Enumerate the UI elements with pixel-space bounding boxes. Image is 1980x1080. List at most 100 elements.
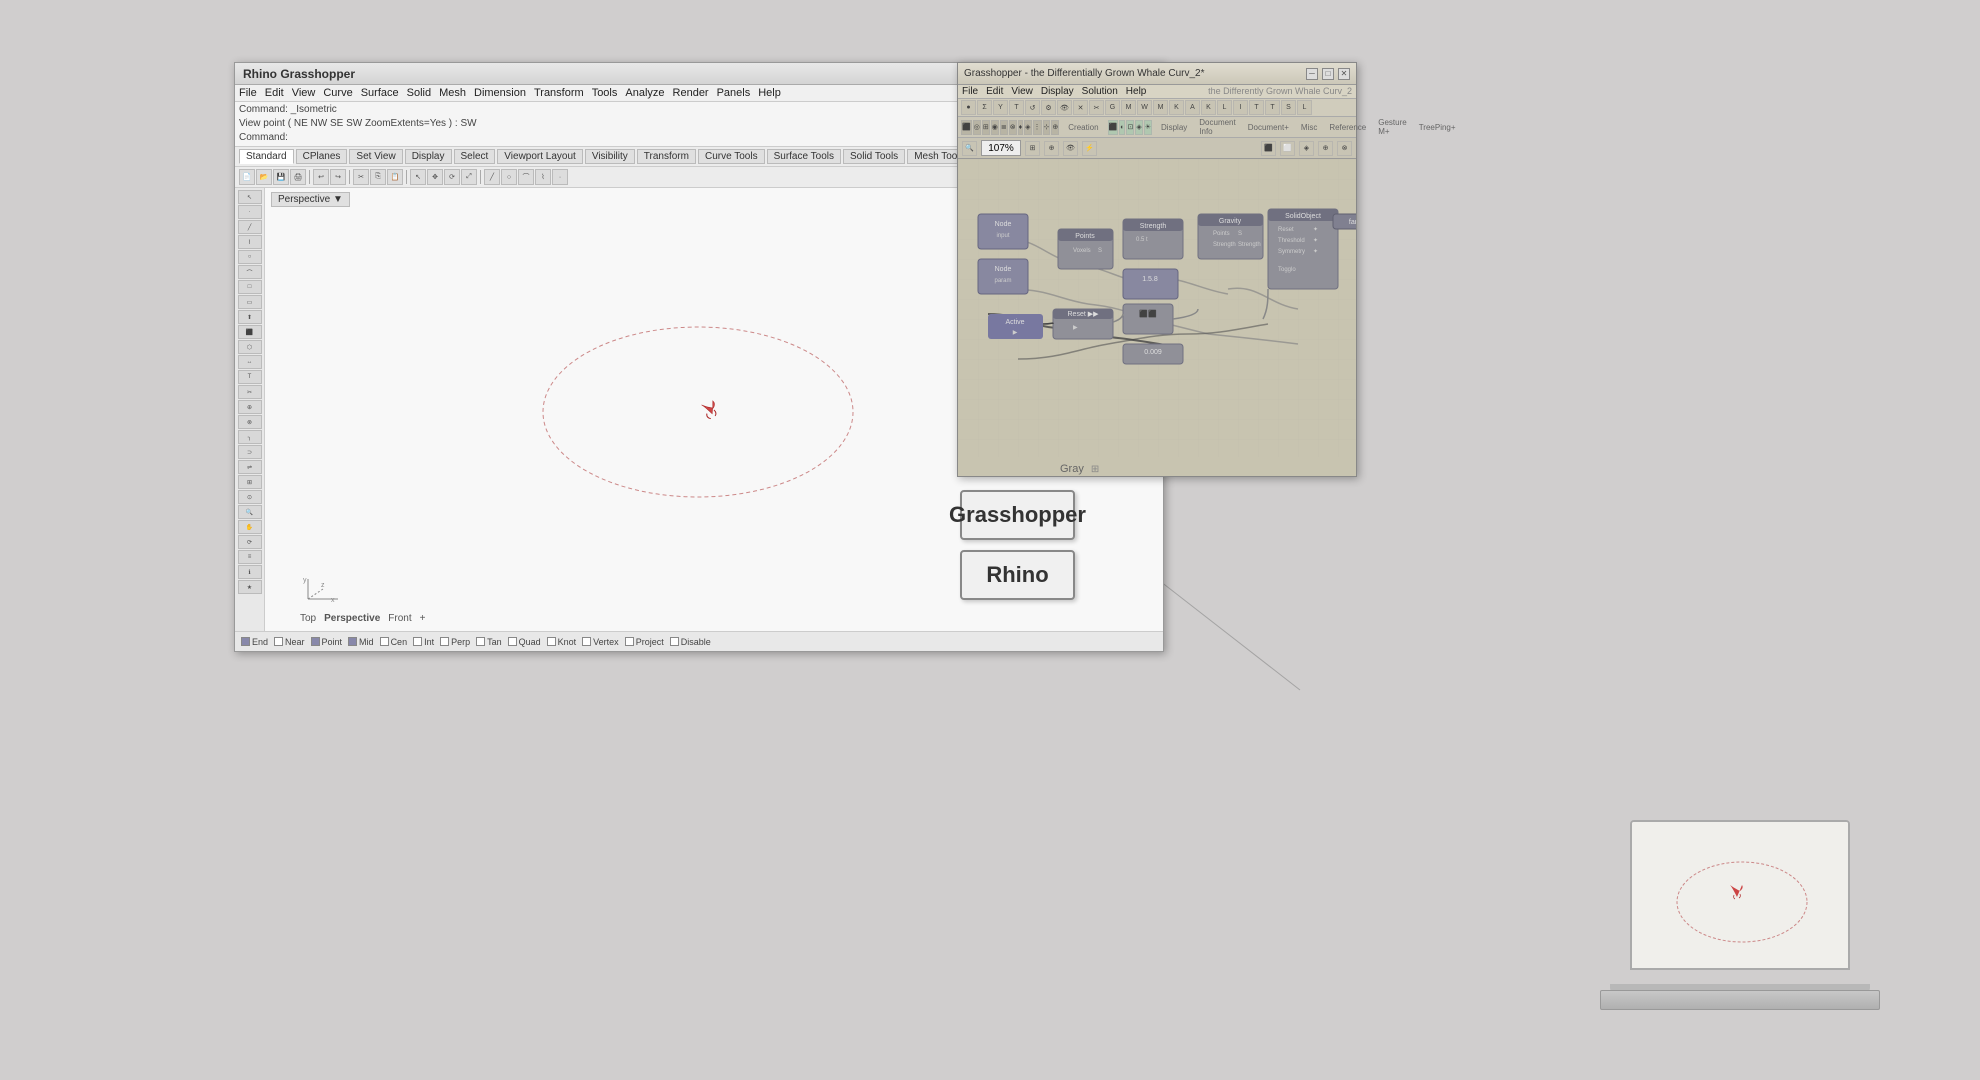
- tab-cplanes[interactable]: CPlanes: [296, 149, 348, 164]
- snap-end[interactable]: End: [241, 637, 268, 647]
- side-join[interactable]: ⊕: [238, 400, 262, 414]
- viewport-perspective-label[interactable]: Perspective ▼: [271, 192, 350, 207]
- gh-tb-eye[interactable]: 👁: [1057, 100, 1072, 115]
- tb-line[interactable]: ╱: [484, 169, 500, 185]
- menu-mesh[interactable]: Mesh: [439, 87, 466, 99]
- tb-point[interactable]: ·: [552, 169, 568, 185]
- snap-mid[interactable]: Mid: [348, 637, 374, 647]
- gh-color-btn1[interactable]: ⬛: [1261, 141, 1276, 156]
- gh-tb-t3[interactable]: T: [1265, 100, 1280, 115]
- tab-display[interactable]: Display: [405, 149, 452, 164]
- gh-fit-button[interactable]: ⊞: [1025, 141, 1040, 156]
- tb-cut[interactable]: ✂: [353, 169, 369, 185]
- gh-menu-edit[interactable]: Edit: [986, 86, 1003, 97]
- side-zoom[interactable]: 🔍: [238, 505, 262, 519]
- snap-int-checkbox[interactable]: [413, 637, 422, 646]
- tab-visibility[interactable]: Visibility: [585, 149, 635, 164]
- gh-color-btn5[interactable]: ⊗: [1337, 141, 1352, 156]
- menu-transform[interactable]: Transform: [534, 87, 584, 99]
- gh-tb2-icon6[interactable]: ⊗: [1009, 120, 1017, 135]
- gh-minimize-button[interactable]: ─: [1306, 68, 1318, 80]
- side-select[interactable]: ↖: [238, 190, 262, 204]
- gh-menu-solution[interactable]: Solution: [1082, 86, 1118, 97]
- gh-tb-gear[interactable]: ⚙: [1041, 100, 1056, 115]
- snap-mid-checkbox[interactable]: [348, 637, 357, 646]
- tb-paste[interactable]: 📋: [387, 169, 403, 185]
- snap-perp[interactable]: Perp: [440, 637, 470, 647]
- gh-target-button[interactable]: ⊕: [1044, 141, 1059, 156]
- side-array[interactable]: ⊞: [238, 475, 262, 489]
- snap-point[interactable]: Point: [311, 637, 343, 647]
- gh-tb2-icon3[interactable]: ⊞: [982, 120, 990, 135]
- side-dim[interactable]: ↔: [238, 355, 262, 369]
- nav-perspective[interactable]: Perspective: [324, 613, 380, 624]
- snap-point-checkbox[interactable]: [311, 637, 320, 646]
- gh-tb2-icon2[interactable]: ◎: [973, 120, 981, 135]
- tb-undo[interactable]: ↩: [313, 169, 329, 185]
- side-surface[interactable]: ▭: [238, 295, 262, 309]
- side-offset[interactable]: ⊃: [238, 445, 262, 459]
- side-pan[interactable]: ✋: [238, 520, 262, 534]
- gh-tb2-icon4[interactable]: ◉: [991, 120, 999, 135]
- snap-vertex[interactable]: Vertex: [582, 637, 619, 647]
- side-circle[interactable]: ○: [238, 250, 262, 264]
- gh-tb2-display1[interactable]: ⬛: [1108, 120, 1119, 135]
- menu-help[interactable]: Help: [758, 87, 781, 99]
- tb-circle[interactable]: ○: [501, 169, 517, 185]
- gh-tb2-display4[interactable]: ◈: [1135, 120, 1142, 135]
- gh-tb2-display2[interactable]: ◐: [1119, 120, 1125, 135]
- gh-tb2-icon5[interactable]: ≣: [1000, 120, 1008, 135]
- gh-color-btn2[interactable]: ⬜: [1280, 141, 1295, 156]
- snap-disable-checkbox[interactable]: [670, 637, 679, 646]
- snap-near-checkbox[interactable]: [274, 637, 283, 646]
- side-render-icon[interactable]: ★: [238, 580, 262, 594]
- gh-eye2-button[interactable]: 👁: [1063, 141, 1078, 156]
- side-mirror[interactable]: ⇌: [238, 460, 262, 474]
- side-polyline[interactable]: ⌇: [238, 235, 262, 249]
- tb-redo[interactable]: ↪: [330, 169, 346, 185]
- side-props[interactable]: ℹ: [238, 565, 262, 579]
- gh-menu-help[interactable]: Help: [1126, 86, 1147, 97]
- gh-tb2-display5[interactable]: ☀: [1144, 120, 1152, 135]
- snap-tan[interactable]: Tan: [476, 637, 502, 647]
- side-split[interactable]: ⊗: [238, 415, 262, 429]
- gh-tb-cross[interactable]: ✕: [1073, 100, 1088, 115]
- snap-disable[interactable]: Disable: [670, 637, 711, 647]
- gh-tb-sigma[interactable]: Σ: [977, 100, 992, 115]
- gh-close-button[interactable]: ✕: [1338, 68, 1350, 80]
- gh-tb2-icon7[interactable]: ♦: [1018, 120, 1024, 135]
- side-rect[interactable]: □: [238, 280, 262, 294]
- gh-tb-a[interactable]: A: [1185, 100, 1200, 115]
- menu-file[interactable]: File: [239, 87, 257, 99]
- tab-curve-tools[interactable]: Curve Tools: [698, 149, 765, 164]
- menu-solid[interactable]: Solid: [407, 87, 431, 99]
- nav-front[interactable]: Front: [388, 613, 411, 624]
- gh-tb2-icon8[interactable]: ◈: [1024, 120, 1031, 135]
- tb-rotate[interactable]: ⟳: [444, 169, 460, 185]
- snap-end-checkbox[interactable]: [241, 637, 250, 646]
- snap-project[interactable]: Project: [625, 637, 664, 647]
- snap-int[interactable]: Int: [413, 637, 434, 647]
- snap-near[interactable]: Near: [274, 637, 305, 647]
- menu-surface[interactable]: Surface: [361, 87, 399, 99]
- side-orbit[interactable]: ⟳: [238, 535, 262, 549]
- gh-tb2-icon11[interactable]: ⊕: [1051, 120, 1059, 135]
- gh-tb-k2[interactable]: K: [1201, 100, 1216, 115]
- gh-tb-s[interactable]: S: [1281, 100, 1296, 115]
- tb-new[interactable]: 📄: [239, 169, 255, 185]
- nav-top[interactable]: Top: [300, 613, 316, 624]
- gh-tb2-icon10[interactable]: ⊹: [1043, 120, 1051, 135]
- side-mesh[interactable]: ⬡: [238, 340, 262, 354]
- gh-maximize-button[interactable]: □: [1322, 68, 1334, 80]
- gh-tb-g[interactable]: G: [1105, 100, 1120, 115]
- menu-analyze[interactable]: Analyze: [625, 87, 664, 99]
- snap-knot-checkbox[interactable]: [547, 637, 556, 646]
- gh-tb2-display3[interactable]: ⊡: [1126, 120, 1134, 135]
- tab-solid-tools[interactable]: Solid Tools: [843, 149, 905, 164]
- gh-zoom-out[interactable]: 🔍: [962, 141, 977, 156]
- gh-tb-swirl[interactable]: ↺: [1025, 100, 1040, 115]
- gh-color-btn4[interactable]: ⊕: [1318, 141, 1333, 156]
- snap-tan-checkbox[interactable]: [476, 637, 485, 646]
- gh-tb2-icon9[interactable]: ⋮: [1033, 120, 1042, 135]
- side-arc[interactable]: ⌒: [238, 265, 262, 279]
